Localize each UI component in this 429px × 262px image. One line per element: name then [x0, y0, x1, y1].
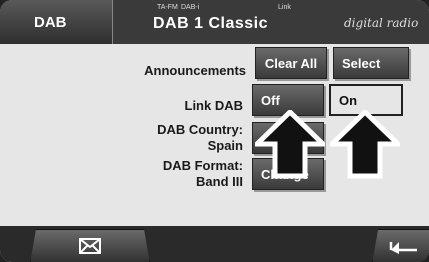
dab-settings-screen: DAB TA-FM DAB-i Link DAB 1 Classic digit… [0, 0, 429, 262]
arrow-up-icon [255, 110, 325, 179]
link-dab-label: Link DAB [184, 98, 244, 113]
dab-format-label: DAB Format: Band III [110, 158, 243, 190]
arrow-up-icon [330, 110, 400, 179]
dab-country-value: Spain [207, 138, 243, 153]
dab-country-label: DAB Country: Spain [110, 122, 243, 154]
status-link: Link [278, 4, 291, 11]
status-dab-i: DAB-i [181, 4, 200, 11]
clear-all-button[interactable]: Clear All [255, 47, 327, 79]
messages-button[interactable] [30, 229, 150, 262]
return-arrow-icon [389, 242, 417, 254]
dab-format-title: DAB Format: [162, 158, 243, 173]
station-name: DAB 1 Classic [153, 15, 268, 32]
envelope-icon [79, 238, 101, 254]
announcements-label: Announcements [144, 63, 246, 78]
status-ta-fm: TA-FM [157, 4, 178, 11]
dab-format-value: Band III [196, 174, 243, 189]
dab-country-title: DAB Country: [157, 122, 243, 137]
top-bar: DAB TA-FM DAB-i Link DAB 1 Classic digit… [0, 0, 429, 44]
section-title: DAB [34, 14, 67, 31]
brand-logo: digital radio [344, 16, 419, 30]
back-button[interactable] [372, 229, 429, 262]
select-button[interactable]: Select [333, 47, 409, 79]
section-tab[interactable]: DAB [0, 0, 113, 44]
